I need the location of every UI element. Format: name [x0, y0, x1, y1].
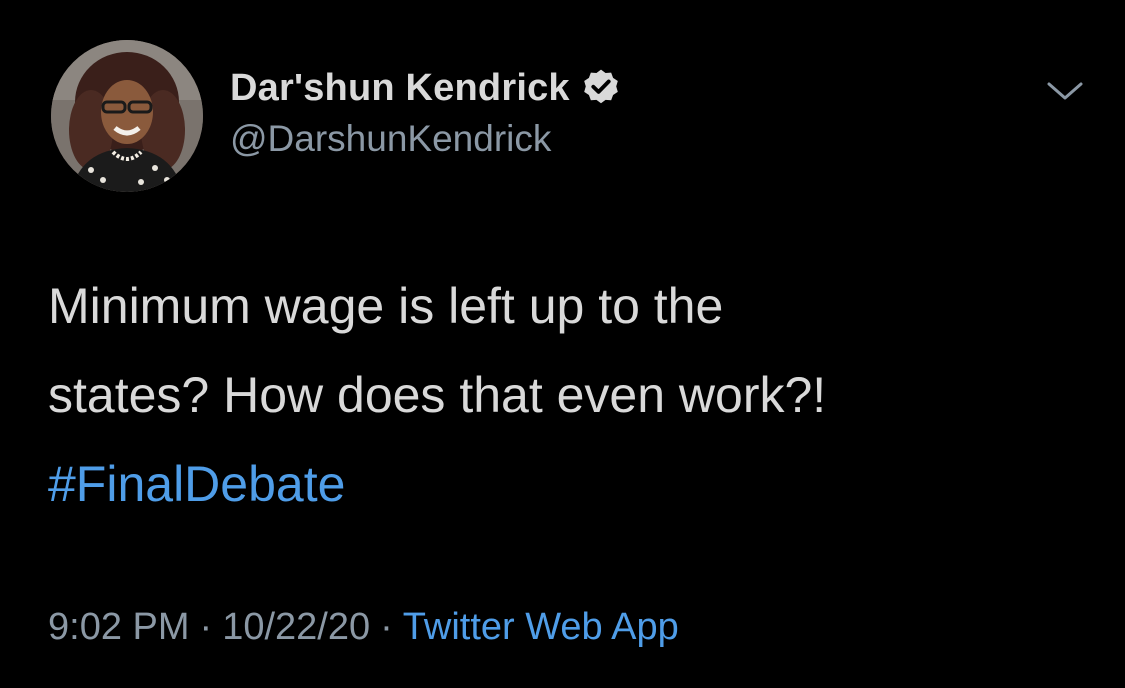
tweet-text: Minimum wage is left up to the states? H…: [48, 262, 1088, 529]
tweet-card: Dar'shun Kendrick @DarshunKendrick Minim…: [0, 0, 1125, 688]
avatar-image: [51, 40, 203, 192]
tweet-source-link[interactable]: Twitter Web App: [403, 606, 679, 648]
tweet-meta: 9:02 PM · 10/22/20 · Twitter Web App: [48, 606, 679, 649]
verified-badge-icon: [580, 67, 622, 109]
tweet-date[interactable]: 10/22/20: [222, 606, 370, 648]
author-name-row: Dar'shun Kendrick: [230, 64, 622, 112]
meta-separator: ·: [380, 606, 393, 648]
hashtag-link[interactable]: #FinalDebate: [48, 440, 1088, 529]
chevron-down-icon[interactable]: [1043, 74, 1087, 108]
avatar[interactable]: [51, 40, 203, 192]
meta-separator: ·: [199, 606, 213, 648]
tweet-text-line: states? How does that even work?!: [48, 367, 827, 423]
display-name[interactable]: Dar'shun Kendrick: [230, 67, 570, 110]
user-handle[interactable]: @DarshunKendrick: [230, 118, 551, 160]
tweet-text-line: Minimum wage is left up to the: [48, 278, 724, 334]
tweet-time[interactable]: 9:02 PM: [48, 606, 190, 648]
